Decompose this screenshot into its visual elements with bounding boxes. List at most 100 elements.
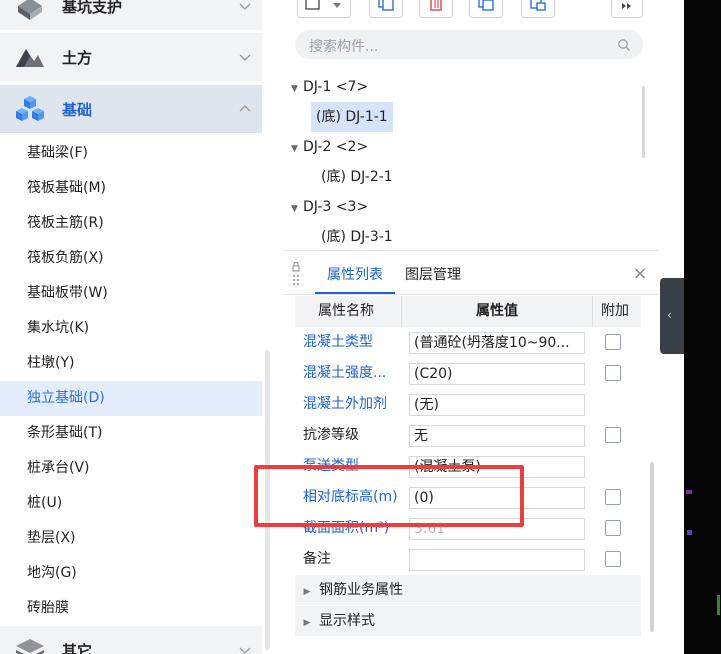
chevron-left-icon: ‹ <box>667 308 672 322</box>
lock-drag-handle-icon[interactable] <box>291 262 301 290</box>
sidebar-item-raft-negative-rebar[interactable]: 筏板负筋(X) <box>0 241 262 276</box>
expand-triangle-icon: ▶ <box>303 618 311 628</box>
category-label: 土方 <box>62 48 93 67</box>
close-icon[interactable]: × <box>630 264 650 284</box>
tree-group-label: DJ-2 <2> <box>303 139 369 155</box>
sidebar-item-cushion[interactable]: 垫层(X) <box>0 521 262 556</box>
trash-icon <box>430 0 442 11</box>
tree-group-dj3[interactable]: ▼ DJ-3 <3> <box>291 192 368 222</box>
layer-copy-button[interactable] <box>469 0 503 18</box>
search-input[interactable]: 搜索构件... <box>295 30 643 59</box>
sidebar-item-brick-mold[interactable]: 砖胎膜 <box>0 591 262 626</box>
sidebar-item-pile-cap[interactable]: 桩承台(V) <box>0 451 262 486</box>
component-sidebar: 基坑支护 土方 基础 基础梁(F) 筏板基础(M) 筏板主筋(R) 筏板负筋(X… <box>0 0 262 654</box>
category-earthwork[interactable]: 土方 <box>0 33 262 81</box>
property-value-field[interactable]: 无 <box>409 425 585 447</box>
sidebar-item-raft-main-rebar[interactable]: 筏板主筋(R) <box>0 206 262 241</box>
tree-scrollbar[interactable] <box>642 86 645 158</box>
sidebar-item-raft-foundation[interactable]: 筏板基础(M) <box>0 171 262 206</box>
layers-icon <box>16 639 44 654</box>
pit-support-icon <box>18 0 42 20</box>
layer-copy-icon <box>478 0 494 11</box>
attach-checkbox[interactable] <box>605 427 621 443</box>
chevron-down-icon <box>239 54 251 61</box>
section-rebar-properties[interactable]: ▶ 钢筋业务属性 <box>295 575 641 605</box>
sidebar-item-strip-footing[interactable]: 条形基础(T) <box>0 416 262 451</box>
category-other[interactable]: 其它 <box>0 626 262 654</box>
tree-leaf-dj3-1[interactable]: (底) DJ-3-1 <box>321 222 393 252</box>
table-row: 混凝土强度... (C20) <box>295 358 641 389</box>
table-row: 抗渗等级 无 <box>295 420 641 451</box>
category-label: 基坑支护 <box>62 0 123 16</box>
copy-icon <box>378 0 394 11</box>
tree-group-dj2[interactable]: ▼ DJ-2 <2> <box>291 132 368 162</box>
category-foundation-pit-support[interactable]: 基坑支护 <box>0 0 262 30</box>
drawing-canvas[interactable] <box>684 0 721 654</box>
chevron-down-icon <box>239 3 251 10</box>
canvas-mark <box>687 530 692 535</box>
property-value-field[interactable]: (无) <box>409 394 585 416</box>
expand-triangle-icon: ▶ <box>303 587 311 597</box>
expand-triangle-icon: ▼ <box>291 84 298 94</box>
divider <box>283 250 658 251</box>
sidebar-item-foundation-beam[interactable]: 基础梁(F) <box>0 136 262 171</box>
sidebar-item-pile[interactable]: 桩(U) <box>0 486 262 521</box>
copy-button[interactable] <box>369 0 403 18</box>
lock-copy-icon <box>530 0 546 11</box>
property-scrollbar[interactable] <box>650 462 654 632</box>
sidebar-item-sump-pit[interactable]: 集水坑(K) <box>0 311 262 346</box>
tree-group-label: DJ-1 <7> <box>303 79 369 95</box>
tab-property-list[interactable]: 属性列表 <box>315 256 395 294</box>
section-display-style[interactable]: ▶ 显示样式 <box>295 606 641 636</box>
tab-layer-management[interactable]: 图层管理 <box>405 256 461 294</box>
attach-checkbox[interactable] <box>605 520 621 536</box>
search-placeholder: 搜索构件... <box>309 39 379 55</box>
property-name: 混凝土强度... <box>303 365 387 381</box>
annotation-highlight-box <box>254 465 524 527</box>
tree-group-label: DJ-3 <3> <box>303 199 369 215</box>
table-row: 混凝土外加剂 (无) <box>295 389 641 420</box>
property-value-field[interactable]: (普通砼(坍落度10~90... <box>409 332 585 354</box>
toolbar <box>283 0 658 24</box>
attach-checkbox[interactable] <box>605 489 621 505</box>
tree-leaf-dj1-1[interactable]: (底) DJ-1-1 <box>311 102 393 132</box>
category-label: 基础 <box>62 100 93 119</box>
canvas-mark <box>717 595 720 615</box>
table-row: 备注 <box>295 544 641 575</box>
sidebar-item-column-pier[interactable]: 柱墩(Y) <box>0 346 262 381</box>
sidebar-item-isolated-footing[interactable]: 独立基础(D) <box>0 381 262 416</box>
new-icon <box>305 0 320 10</box>
chevron-down-icon <box>239 647 251 654</box>
foundation-cubes-icon <box>16 96 44 121</box>
sidebar-item-foundation-strip[interactable]: 基础板带(W) <box>0 276 262 311</box>
caret-down-icon <box>333 3 341 8</box>
table-row: 混凝土类型 (普通砼(坍落度10~90... <box>295 327 641 358</box>
column-header-extra: 附加 <box>601 303 629 319</box>
attach-checkbox[interactable] <box>605 551 621 567</box>
attach-checkbox[interactable] <box>605 365 621 381</box>
more-button[interactable] <box>611 0 643 18</box>
component-panel: 搜索构件... ▼ DJ-1 <7> (底) DJ-1-1 ▼ DJ-2 <2> (… <box>283 0 658 654</box>
component-tree: ▼ DJ-1 <7> (底) DJ-1-1 ▼ DJ-2 <2> (底) DJ-2-… <box>283 70 653 250</box>
tree-group-dj1[interactable]: ▼ DJ-1 <7> <box>291 72 368 102</box>
property-value-field[interactable] <box>409 549 585 571</box>
section-label: 显示样式 <box>319 613 375 629</box>
lock-button[interactable] <box>521 0 555 18</box>
property-value-field[interactable]: (C20) <box>409 363 585 385</box>
delete-button[interactable] <box>419 0 453 18</box>
sidebar-item-trench[interactable]: 地沟(G) <box>0 556 262 591</box>
property-name: 备注 <box>303 551 331 567</box>
search-icon[interactable] <box>617 38 631 52</box>
category-foundation[interactable]: 基础 <box>0 85 262 133</box>
tree-leaf-dj2-1[interactable]: (底) DJ-2-1 <box>321 162 393 192</box>
expand-triangle-icon: ▼ <box>291 144 298 154</box>
collapse-panel-button[interactable]: ‹ <box>660 278 684 354</box>
column-header-value: 属性值 <box>476 303 518 319</box>
property-name: 混凝土外加剂 <box>303 396 387 412</box>
property-name: 抗渗等级 <box>303 427 359 443</box>
section-label: 钢筋业务属性 <box>319 582 403 598</box>
table-header: 属性名称 属性值 附加 <box>295 296 641 327</box>
attach-checkbox[interactable] <box>605 334 621 350</box>
new-component-button[interactable] <box>297 0 351 18</box>
double-right-icon <box>622 3 631 9</box>
